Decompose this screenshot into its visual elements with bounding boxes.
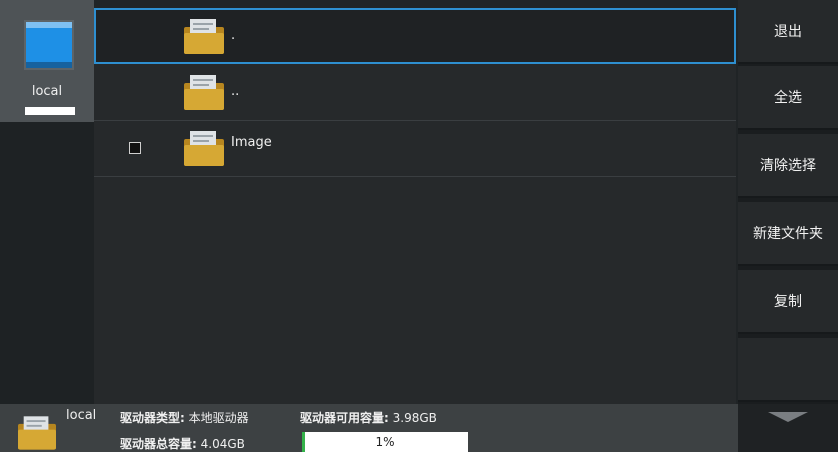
drive-icon	[24, 20, 74, 70]
select-all-button[interactable]: 全选	[738, 66, 838, 130]
new-folder-button[interactable]: 新建文件夹	[738, 202, 838, 266]
folder-icon	[184, 131, 224, 166]
drive-info-footer: local 驱动器类型: 本地驱动器 驱动器可用容量: 3.98GB 驱动器总容…	[0, 404, 738, 452]
file-name: ..	[231, 84, 240, 99]
file-list: . .. Image	[94, 8, 736, 404]
file-row-image[interactable]: Image	[94, 120, 736, 177]
drive-type-label: 驱动器类型:	[120, 411, 185, 425]
file-name: .	[231, 28, 236, 43]
clear-selection-button[interactable]: 清除选择	[738, 134, 838, 198]
drive-free-label: 驱动器可用容量:	[300, 411, 389, 425]
folder-icon	[184, 75, 224, 110]
drive-usage-bar	[25, 107, 75, 115]
folder-icon	[18, 416, 56, 450]
usage-progress-text: 1%	[375, 435, 395, 449]
drive-free-info: 驱动器可用容量: 3.98GB	[300, 409, 437, 426]
drive-sidebar: local	[0, 0, 94, 404]
usage-progress-bar: 1%	[302, 432, 468, 452]
action-panel: 退出 全选 清除选择 新建文件夹 复制	[738, 0, 838, 404]
drive-label: local	[31, 84, 63, 99]
chevron-down-icon	[768, 412, 808, 422]
drive-tile-local[interactable]: local	[0, 0, 94, 122]
folder-icon	[184, 19, 224, 54]
drive-type-value: 本地驱动器	[188, 411, 249, 425]
drive-total-label: 驱动器总容量:	[120, 437, 197, 451]
scroll-down-button[interactable]	[738, 404, 838, 452]
exit-button[interactable]: 退出	[738, 0, 838, 64]
empty-action-slot	[738, 338, 838, 402]
file-checkbox[interactable]	[129, 142, 141, 154]
footer-drive-name: local	[66, 408, 97, 423]
file-row-parent-dir[interactable]: ..	[94, 64, 736, 121]
file-row-current-dir[interactable]: .	[94, 8, 736, 64]
drive-free-value: 3.98GB	[392, 411, 437, 425]
row-divider	[94, 176, 736, 177]
file-name: Image	[231, 135, 272, 150]
drive-type-info: 驱动器类型: 本地驱动器	[120, 409, 249, 426]
scroll-down-area	[738, 404, 838, 452]
copy-button[interactable]: 复制	[738, 270, 838, 334]
drive-total-info: 驱动器总容量: 4.04GB	[120, 435, 245, 452]
drive-total-value: 4.04GB	[200, 437, 245, 451]
